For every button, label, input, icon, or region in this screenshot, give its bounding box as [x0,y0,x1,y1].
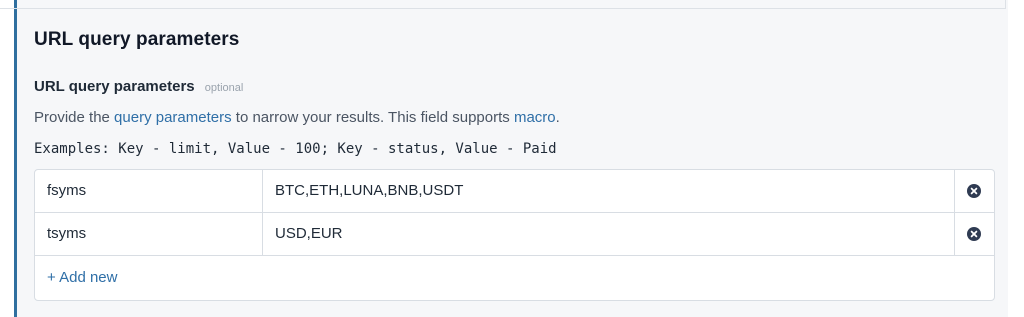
param-action-cell [955,170,994,212]
param-key-input[interactable]: tsyms [35,213,263,255]
examples-text: Examples: Key - limit, Value - 100; Key … [34,141,557,157]
params-table: fsyms BTC,ETH,LUNA,BNB,USDT tsyms USD,EU… [34,169,995,301]
param-action-cell [955,213,994,255]
field-label: URL query parameters optional [34,78,243,95]
panel-divider [0,8,1005,9]
param-value-input[interactable]: USD,EUR [263,213,955,255]
param-value-input[interactable]: BTC,ETH,LUNA,BNB,USDT [263,170,955,212]
field-label-text: URL query parameters [34,78,195,95]
param-row: fsyms BTC,ETH,LUNA,BNB,USDT [35,170,994,213]
close-circle-icon[interactable] [967,227,981,241]
param-row: tsyms USD,EUR [35,213,994,256]
param-key-input[interactable]: fsyms [35,170,263,212]
description-prefix: Provide the [34,109,115,126]
optional-tag: optional [204,82,244,94]
panel-right-border [1005,0,1006,9]
close-circle-icon[interactable] [967,184,981,198]
description-middle: to narrow your results. This field suppo… [231,109,514,126]
page: URL query parameters URL query parameter… [0,0,1024,317]
description-suffix: . [555,109,560,126]
query-parameters-link[interactable]: query parameters [114,109,232,126]
macro-link[interactable]: macro [514,109,556,126]
add-new-button[interactable]: + Add new [47,269,117,286]
section-title: URL query parameters [34,29,240,50]
field-description: Provide the query parameters to narrow y… [34,109,560,126]
